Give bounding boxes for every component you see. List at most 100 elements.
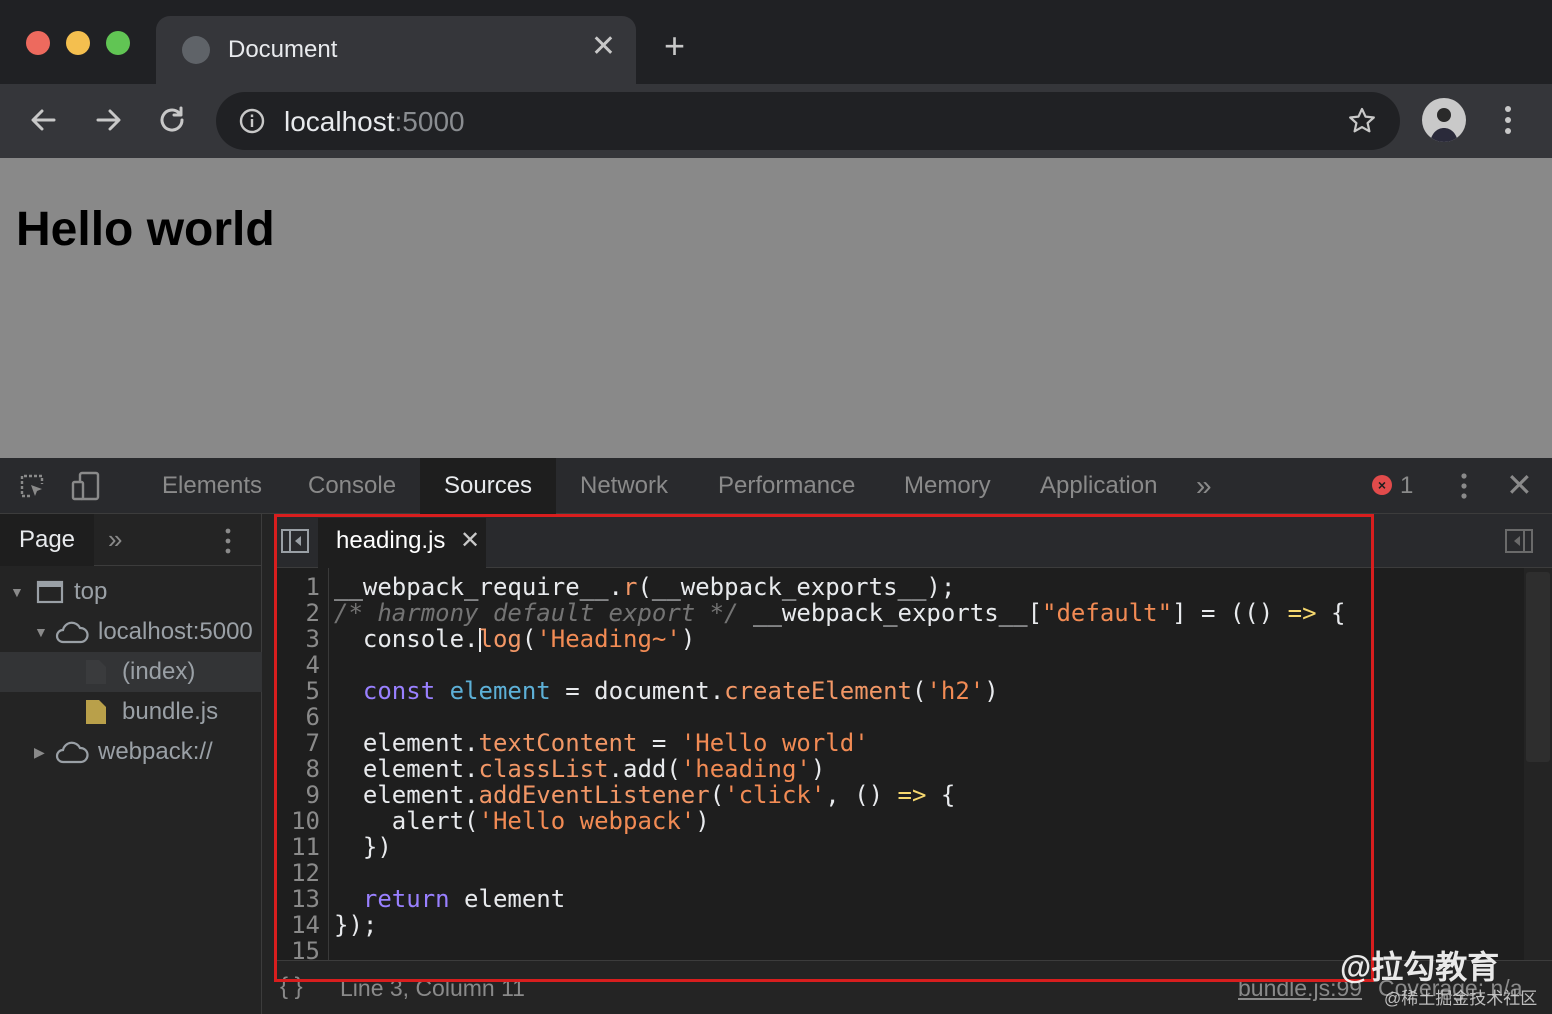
code-token: ) xyxy=(680,625,696,653)
line-number[interactable]: 5 xyxy=(274,678,320,704)
line-number[interactable]: 8 xyxy=(274,756,320,782)
line-number[interactable]: 2 xyxy=(274,600,320,626)
code-token: ) xyxy=(810,755,826,783)
code-line[interactable]: }) xyxy=(334,834,1345,860)
editor-scrollbar[interactable] xyxy=(1524,568,1552,960)
code-line[interactable] xyxy=(334,860,1345,886)
line-number[interactable]: 10 xyxy=(274,808,320,834)
tab-application[interactable]: Application xyxy=(1016,458,1181,514)
inspect-element-icon[interactable] xyxy=(16,470,48,502)
devtools-close-icon[interactable]: ✕ xyxy=(1506,466,1533,504)
code-token: ( xyxy=(521,625,537,653)
error-icon[interactable]: × xyxy=(1372,475,1392,495)
browser-menu-icon[interactable] xyxy=(1494,102,1522,138)
editor-file-tab[interactable]: heading.js ✕ xyxy=(318,518,486,568)
code-token: element. xyxy=(334,781,479,809)
expand-arrow-icon[interactable]: ▼ xyxy=(10,584,24,600)
line-number[interactable]: 12 xyxy=(274,860,320,886)
more-tabs-chevron-icon[interactable]: » xyxy=(1196,470,1212,502)
navigator-menu-icon[interactable] xyxy=(218,526,238,556)
expand-arrow-icon[interactable]: ▼ xyxy=(34,624,48,640)
code-line[interactable]: }); xyxy=(334,912,1345,938)
code-line[interactable]: element.textContent = 'Hello world' xyxy=(334,730,1345,756)
line-number[interactable]: 4 xyxy=(274,652,320,678)
code-line[interactable]: console.log('Heading~') xyxy=(334,626,1345,652)
code-token: { xyxy=(1316,599,1346,627)
window-zoom-button[interactable] xyxy=(106,31,130,55)
tab-console[interactable]: Console xyxy=(284,458,420,514)
document-file-icon xyxy=(86,660,106,684)
tree-item-label: webpack:// xyxy=(98,738,213,765)
code-line[interactable]: alert('Hello webpack') xyxy=(334,808,1345,834)
toggle-debugger-icon[interactable] xyxy=(1504,526,1534,556)
address-bar[interactable]: localhost:5000 xyxy=(216,92,1400,150)
line-number[interactable]: 7 xyxy=(274,730,320,756)
line-number[interactable]: 3 xyxy=(274,626,320,652)
code-token: { xyxy=(926,781,956,809)
line-number[interactable]: 15 xyxy=(274,938,320,960)
close-icon[interactable]: ✕ xyxy=(591,32,616,62)
pretty-print-icon[interactable]: { } xyxy=(280,973,303,1001)
line-number[interactable]: 14 xyxy=(274,912,320,938)
error-count[interactable]: 1 xyxy=(1400,472,1413,500)
code-area[interactable]: 1 2 3 4 5 6 7 8 9 10 11 12 13 14 15 __webpack_require_… xyxy=(274,568,1552,960)
tree-item-index[interactable]: (index) xyxy=(0,652,262,692)
code-line[interactable] xyxy=(334,938,1345,960)
code-line[interactable] xyxy=(334,652,1345,678)
browser-tab[interactable]: Document ✕ xyxy=(156,16,636,84)
tab-network[interactable]: Network xyxy=(556,458,692,514)
close-icon[interactable]: ✕ xyxy=(460,526,480,555)
code-lines[interactable]: __webpack_require__.r(__webpack_exports_… xyxy=(334,574,1345,960)
toggle-navigator-icon[interactable] xyxy=(280,526,310,556)
watermark-sub: @稀土掘金技术社区 xyxy=(1384,989,1538,1008)
profile-avatar[interactable] xyxy=(1422,98,1466,142)
code-line[interactable]: element.classList.add('heading') xyxy=(334,756,1345,782)
line-number[interactable]: 9 xyxy=(274,782,320,808)
tree-item-webpack[interactable]: ▶ webpack:// xyxy=(0,732,262,772)
tab-performance[interactable]: Performance xyxy=(694,458,879,514)
tree-item-bundle[interactable]: bundle.js xyxy=(0,692,262,732)
back-arrow-icon[interactable] xyxy=(22,98,66,142)
new-tab-button[interactable]: + xyxy=(664,28,685,64)
scrollbar-thumb[interactable] xyxy=(1526,572,1550,762)
code-line[interactable]: element.addEventListener('click', () => … xyxy=(334,782,1345,808)
line-number-gutter[interactable]: 1 2 3 4 5 6 7 8 9 10 11 12 13 14 15 xyxy=(274,574,320,960)
line-number[interactable]: 6 xyxy=(274,704,320,730)
line-number[interactable]: 13 xyxy=(274,886,320,912)
code-token: 'click' xyxy=(724,781,826,809)
devtools-menu-icon[interactable] xyxy=(1452,470,1476,502)
code-token: ( xyxy=(709,781,725,809)
reload-icon[interactable] xyxy=(150,98,194,142)
line-number[interactable]: 11 xyxy=(274,834,320,860)
collapse-arrow-icon[interactable]: ▶ xyxy=(34,744,45,761)
code-line[interactable] xyxy=(334,704,1345,730)
code-line[interactable]: /* harmony default export */ __webpack_e… xyxy=(334,600,1345,626)
line-number[interactable]: 1 xyxy=(274,574,320,600)
tab-sources[interactable]: Sources xyxy=(420,458,556,514)
bookmark-star-icon[interactable] xyxy=(1346,105,1378,137)
tree-item-top[interactable]: ▼ top xyxy=(0,572,262,612)
tab-elements[interactable]: Elements xyxy=(138,458,286,514)
navigator-more-chevron-icon[interactable]: » xyxy=(108,524,122,555)
code-token: console. xyxy=(334,625,479,653)
frame-icon xyxy=(36,580,64,604)
tab-memory[interactable]: Memory xyxy=(880,458,1015,514)
code-token: }) xyxy=(334,833,392,861)
info-icon[interactable] xyxy=(238,107,266,135)
code-token: 'Hello world' xyxy=(680,729,869,757)
sources-navigator: Page » ▼ top ▼ localhost:5000 (index) bu… xyxy=(0,514,262,1014)
tree-item-localhost[interactable]: ▼ localhost:5000 xyxy=(0,612,262,652)
device-toolbar-icon[interactable] xyxy=(70,470,102,502)
file-tab-label: heading.js xyxy=(336,527,446,554)
code-line[interactable]: const element = document.createElement('… xyxy=(334,678,1345,704)
window-minimize-button[interactable] xyxy=(66,31,90,55)
page-heading: Hello world xyxy=(16,203,275,256)
forward-arrow-icon[interactable] xyxy=(86,98,130,142)
code-line[interactable]: return element xyxy=(334,886,1345,912)
tab-page[interactable]: Page xyxy=(0,514,94,566)
code-token: classList xyxy=(478,755,609,783)
window-close-button[interactable] xyxy=(26,31,50,55)
code-line[interactable]: __webpack_require__.r(__webpack_exports_… xyxy=(334,574,1345,600)
code-token: => xyxy=(897,781,927,809)
